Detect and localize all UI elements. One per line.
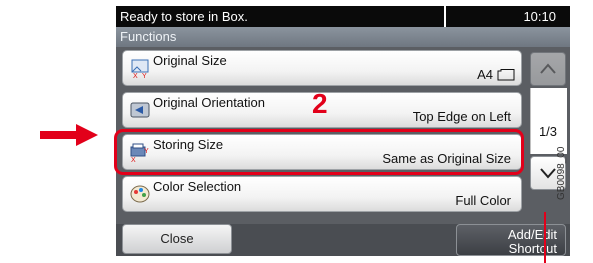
color-selection-icon [130, 185, 150, 203]
chevron-down-icon [540, 168, 556, 179]
add-edit-shortcut-button[interactable]: Add/Edit Shortcut [456, 224, 566, 256]
original-size-button[interactable]: X Y Original Size A4 [122, 50, 522, 86]
original-orientation-value: Top Edge on Left [412, 109, 511, 124]
svg-text:Y: Y [142, 73, 147, 79]
color-selection-value: Full Color [455, 193, 511, 208]
orientation-icon [130, 102, 150, 118]
status-message: Ready to store in Box. [120, 9, 248, 24]
right-arrow-icon [40, 124, 98, 146]
status-bar: Ready to store in Box. 10:10 [116, 6, 570, 27]
functions-bar: Functions [116, 27, 570, 47]
device-panel: Ready to store in Box. 10:10 Functions X… [114, 6, 570, 256]
status-time: 10:10 [523, 9, 556, 24]
pointer-line [544, 212, 546, 263]
figure-code: GB0098_00 [556, 146, 567, 200]
shortcut-label-line1: Add/Edit [507, 227, 557, 242]
functions-title: Functions [120, 29, 177, 44]
chevron-up-icon [540, 63, 556, 74]
callout-number: 2 [312, 88, 328, 119]
svg-text:X: X [133, 73, 138, 79]
original-size-icon: X Y [131, 59, 149, 79]
page-area [530, 88, 567, 154]
color-selection-label: Color Selection [153, 179, 242, 194]
color-selection-button[interactable]: Color Selection Full Color [122, 176, 522, 212]
paper-icon [497, 69, 515, 81]
original-orientation-label: Original Orientation [153, 95, 265, 110]
status-divider [444, 6, 446, 27]
scroll-up-button[interactable] [530, 52, 566, 86]
close-button[interactable]: Close [122, 224, 232, 254]
page-indicator: 1/3 [538, 124, 558, 139]
selection-highlight [114, 129, 524, 175]
original-size-value: A4 [477, 67, 493, 82]
shortcut-label-line2: Shortcut [508, 241, 557, 256]
original-size-label: Original Size [153, 53, 227, 68]
